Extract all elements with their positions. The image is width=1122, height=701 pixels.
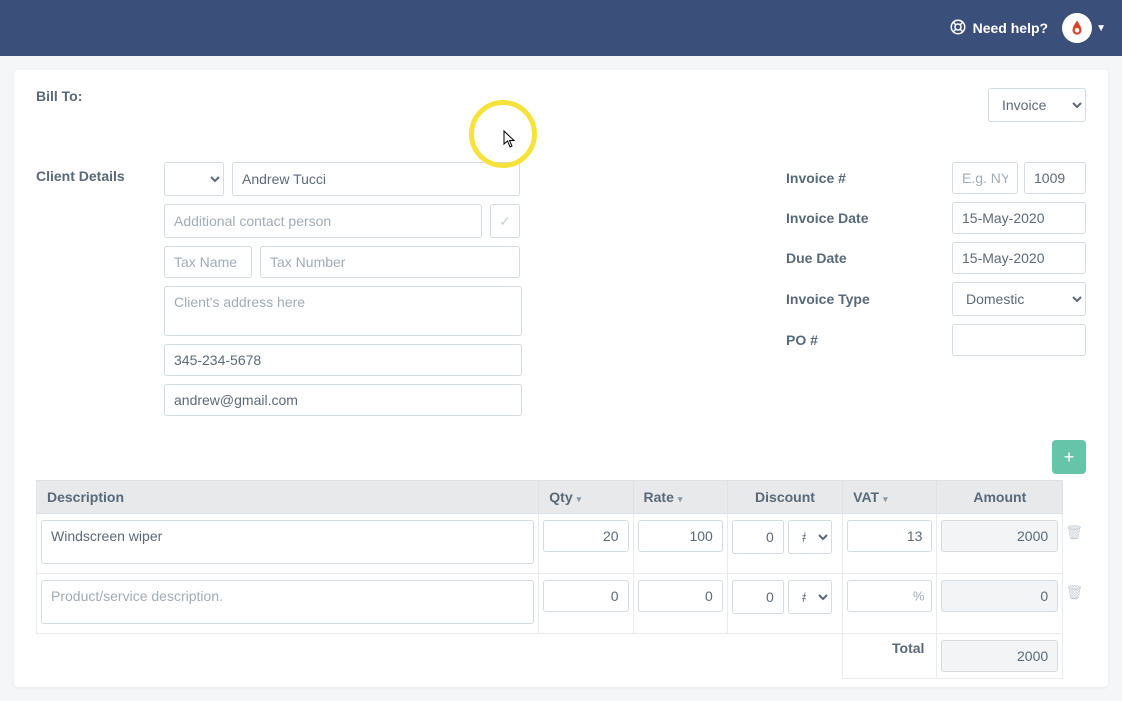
line-discount-input[interactable] — [732, 520, 784, 554]
add-line-button[interactable]: + — [1052, 440, 1086, 474]
need-help-label: Need help? — [973, 20, 1048, 36]
col-qty[interactable]: Qty▾ — [539, 481, 633, 514]
line-amount-output — [941, 520, 1058, 552]
col-rate[interactable]: Rate▾ — [633, 481, 727, 514]
client-details-label: Client Details — [36, 162, 146, 416]
total-label: Total — [843, 634, 937, 679]
invoice-prefix-input[interactable] — [952, 162, 1018, 194]
due-date-input[interactable] — [952, 242, 1086, 274]
contact-person-input[interactable] — [164, 204, 482, 238]
line-qty-input[interactable] — [543, 580, 628, 612]
lifebuoy-icon — [949, 18, 967, 39]
invoice-num-label: Invoice # — [786, 170, 846, 186]
line-row: #%🗑 — [37, 574, 1086, 634]
avatar — [1062, 13, 1092, 43]
line-qty-input[interactable] — [543, 520, 628, 552]
col-vat[interactable]: VAT▾ — [843, 481, 937, 514]
need-help-link[interactable]: Need help? — [949, 18, 1048, 39]
tax-name-input[interactable] — [164, 246, 252, 278]
invoice-date-label: Invoice Date — [786, 210, 868, 226]
line-description-input[interactable] — [41, 520, 534, 564]
line-rate-input[interactable] — [638, 520, 723, 552]
line-description-input[interactable] — [41, 580, 534, 624]
line-discount-input[interactable] — [732, 580, 784, 614]
chevron-down-icon: ▾ — [883, 494, 888, 504]
client-phone-input[interactable] — [164, 344, 522, 376]
client-address-input[interactable] — [164, 286, 522, 336]
invoice-type-label: Invoice Type — [786, 291, 870, 307]
po-label: PO # — [786, 332, 818, 348]
line-vat-input[interactable] — [847, 520, 932, 552]
trash-icon[interactable]: 🗑 — [1065, 524, 1083, 540]
chevron-down-icon: ▾ — [577, 494, 582, 504]
user-menu[interactable]: ▼ — [1062, 13, 1106, 43]
bill-to-label: Bill To: — [36, 88, 82, 104]
client-email-input[interactable] — [164, 384, 522, 416]
line-discount-type-select[interactable]: # — [788, 580, 832, 614]
invoice-date-input[interactable] — [952, 202, 1086, 234]
line-rate-input[interactable] — [638, 580, 723, 612]
line-vat-input[interactable] — [847, 580, 932, 612]
chevron-down-icon: ▾ — [678, 494, 683, 504]
col-discount: Discount — [727, 481, 842, 514]
line-discount-type-select[interactable]: # — [788, 520, 832, 554]
document-type-select[interactable]: Invoice — [988, 88, 1086, 122]
invoice-type-select[interactable]: Domestic — [952, 282, 1086, 316]
client-name-input[interactable] — [232, 162, 520, 196]
plus-icon: + — [1064, 447, 1075, 468]
line-amount-output — [941, 580, 1058, 612]
check-icon: ✓ — [499, 213, 511, 230]
client-title-select[interactable] — [164, 162, 224, 196]
contact-person-confirm[interactable]: ✓ — [490, 204, 520, 238]
tax-number-input[interactable] — [260, 246, 520, 278]
total-amount — [941, 640, 1058, 672]
po-number-input[interactable] — [952, 324, 1086, 356]
line-row: #🗑 — [37, 514, 1086, 574]
trash-icon[interactable]: 🗑 — [1065, 584, 1083, 600]
due-date-label: Due Date — [786, 250, 847, 266]
invoice-number-input[interactable] — [1024, 162, 1086, 194]
chevron-down-icon: ▼ — [1096, 23, 1106, 34]
col-amount: Amount — [937, 481, 1063, 514]
col-description: Description — [37, 481, 539, 514]
